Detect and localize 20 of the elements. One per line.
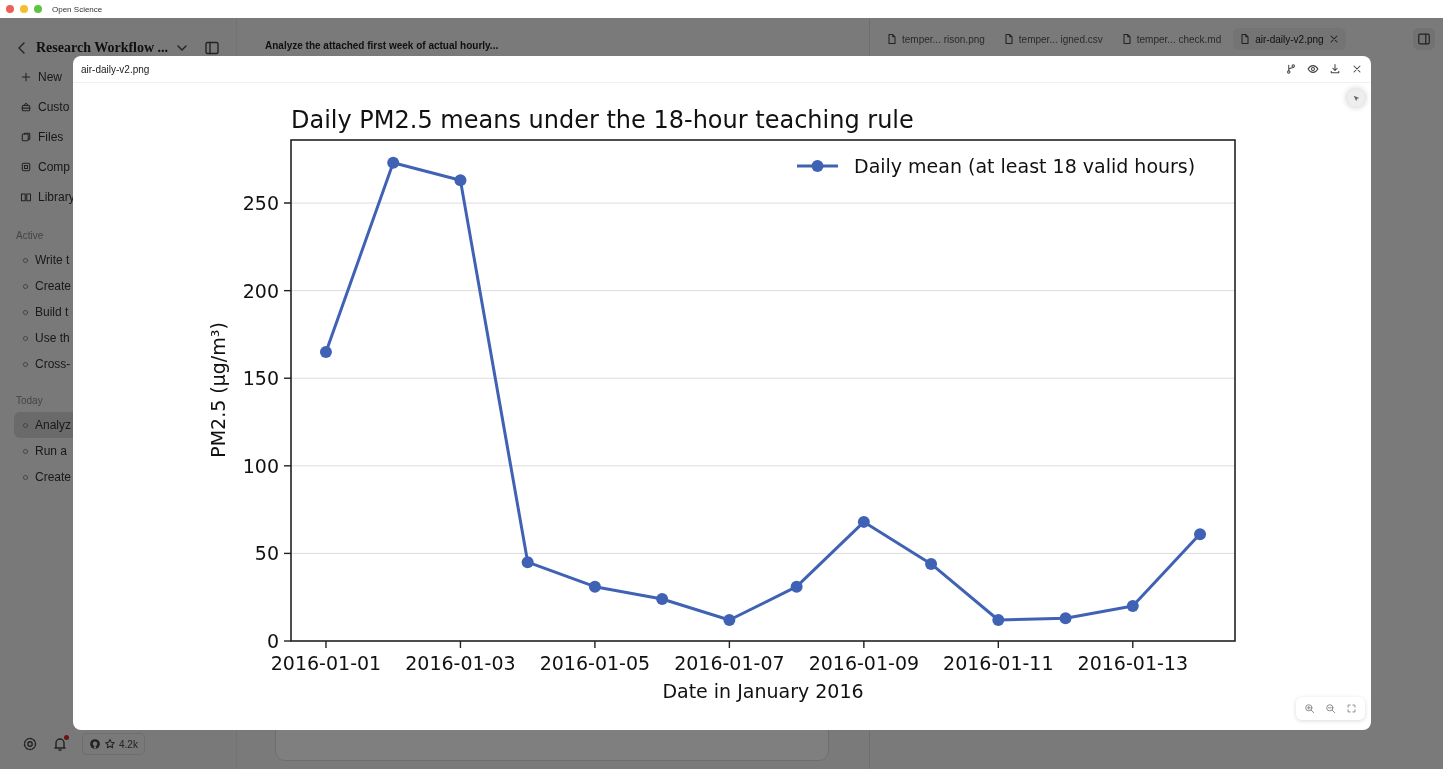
tick-label: 100 (242, 454, 279, 477)
tick-label: 2016-01-03 (405, 652, 516, 674)
tick-label: 2016-01-01 (270, 652, 382, 674)
tick-label: 2016-01-07 (674, 652, 785, 674)
conversation-title: Analyze the attached first week of actual hourly... (265, 40, 500, 51)
tick-label: 2016-01-11 (943, 652, 1054, 674)
tick-label: 150 (242, 367, 279, 390)
tick-label: 200 (242, 279, 279, 302)
legend-label: Daily mean (at least 18 valid hours) (854, 155, 1196, 177)
axis-label: Date in January 2016 (662, 680, 864, 702)
tick-label: 250 (242, 192, 279, 215)
tick-label: 2016-01-05 (539, 652, 651, 674)
tick-label: 2016-01-13 (1077, 652, 1188, 674)
file-name: air-daily-v2.png (81, 63, 150, 75)
tick-label: 50 (254, 542, 279, 565)
chart-title: Daily PM2.5 means under the 18-hour teaching rule (291, 106, 914, 134)
tick-label: 2016-01-09 (808, 652, 920, 674)
axis-label: PM2.5 (μg/m³) (207, 322, 229, 458)
window-title: Open Science (52, 4, 103, 14)
tick-label: 0 (266, 630, 279, 652)
